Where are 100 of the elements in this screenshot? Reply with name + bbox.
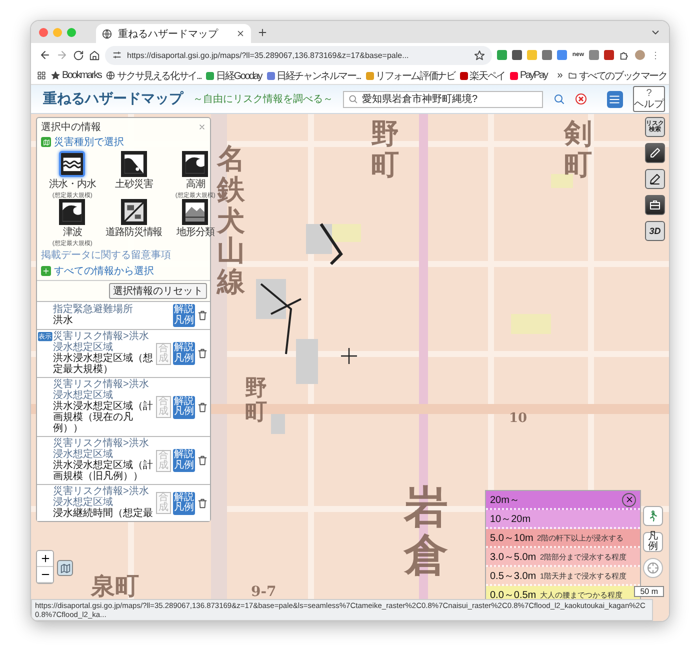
trash-icon[interactable] (197, 498, 208, 508)
map-label: 剣町 (564, 119, 592, 181)
legend-button[interactable]: 解説凡例 (173, 492, 195, 514)
puzzle-icon[interactable] (619, 50, 630, 60)
app-subtitle: ～自由にリスク情報を調べる～ (193, 92, 333, 106)
layer-path: 災害リスク情報>洪水浸水想定区域 (53, 332, 150, 352)
search-button[interactable] (552, 93, 565, 105)
briefcase-icon[interactable] (645, 195, 665, 215)
map-label: 岩倉 (404, 484, 448, 581)
hazard-icon (59, 151, 86, 177)
bookmark-link[interactable]: Bookmarks (51, 70, 102, 81)
map-label: 野町 (371, 119, 399, 181)
more-bookmarks-button[interactable]: » (557, 70, 563, 81)
bookmark-link[interactable]: 日経Gooday (206, 68, 262, 82)
hazard-type-link[interactable]: 災害種別で選択 (54, 135, 124, 149)
clear-button[interactable] (574, 93, 587, 105)
bookmark-link[interactable]: サクサ見える化サイ... (106, 68, 202, 82)
reset-button[interactable]: 選択情報のリセット (109, 283, 207, 299)
back-icon[interactable] (39, 49, 51, 61)
trash-icon[interactable] (197, 402, 208, 412)
search-icon (348, 94, 358, 104)
crosshair-icon (341, 348, 357, 364)
layer-name: 洪水浸水想定区域（計画規模（現在の凡例）） (53, 401, 154, 434)
zoom-in-button[interactable] (37, 551, 53, 567)
pen-icon[interactable] (645, 143, 665, 163)
home-icon[interactable] (89, 50, 100, 60)
reload-icon[interactable] (73, 50, 84, 60)
trash-icon[interactable] (197, 348, 208, 359)
help-button[interactable]: ? ヘルプ (633, 86, 665, 112)
hazard-icon (182, 151, 208, 177)
layer-name: 洪水浸水想定区域（計画規模（旧凡例）） (53, 460, 154, 482)
hazard-type-button[interactable]: 道路防災情報 (106, 199, 162, 246)
new-tab-icon[interactable] (257, 26, 268, 38)
layer-path: 災害リスク情報>洪水浸水想定区域 (53, 439, 150, 460)
close-button[interactable] (622, 492, 636, 506)
bookmark-link[interactable]: 日経チャンネルマー... (266, 68, 361, 82)
layer-path: 災害リスク情報>洪水浸水想定区域 (53, 380, 150, 400)
bookmark-favicon-icon (366, 72, 374, 80)
extension-icon[interactable] (557, 50, 568, 60)
bookmark-favicon-icon (266, 72, 275, 80)
bookmark-favicon-icon (206, 72, 214, 80)
close-icon (624, 495, 634, 504)
trash-icon[interactable] (197, 455, 208, 466)
legend-button[interactable]: 解説凡例 (173, 396, 195, 418)
select-all-link[interactable]: すべての情報から選択 (54, 264, 154, 278)
legend-row: 10～20m (486, 510, 640, 529)
apps-grid-icon[interactable] (37, 71, 46, 80)
legend-button[interactable]: 解説凡例 (173, 449, 195, 472)
hazard-icon (120, 199, 147, 225)
search-icon (552, 93, 565, 105)
layer-name: 洪水 (53, 315, 74, 326)
clear-icon (574, 93, 587, 105)
folder-icon (568, 71, 577, 80)
menu-button[interactable] (606, 90, 623, 108)
zoom-out-button[interactable] (37, 567, 53, 583)
address-bar[interactable]: https://disaportal.gsi.go.jp/maps/?ll=35.289067,136.873169&z=17&base=pale... (105, 46, 492, 64)
bookmark-favicon-icon (510, 72, 518, 80)
browser-tab[interactable]: 重ねるハザードマップ (96, 24, 251, 43)
map-label: 野町 (245, 376, 267, 424)
star-icon (51, 71, 60, 80)
legend-toggle-button[interactable]: 凡例 (643, 532, 663, 552)
layer-path: 指定緊急避難場所 (53, 304, 134, 315)
legend-row: 20m～ (486, 491, 640, 510)
site-settings-icon[interactable] (112, 50, 122, 60)
layer-path: 災害リスク情報>洪水浸水想定区域 (53, 487, 150, 508)
layer-name: 洪水浸水想定区域（想定最大規模） (53, 353, 154, 375)
globe-icon (102, 28, 112, 38)
app-title: 重ねるハザードマップ (43, 90, 183, 108)
base-map-button[interactable] (57, 560, 73, 576)
address-search-field[interactable]: 愛知県岩倉市神野町縄境? (343, 90, 543, 108)
extension-icon[interactable] (512, 50, 522, 60)
close-icon[interactable] (236, 29, 245, 38)
bookmark-folder[interactable]: すべてのブックマーク (568, 68, 667, 82)
pencil-icon[interactable] (645, 169, 665, 189)
map-label: 9-7 (251, 584, 276, 600)
layer-name: 浸水継続時間（想定最 (53, 508, 154, 519)
profile-avatar[interactable] (635, 50, 645, 60)
bookmark-link[interactable]: PayPay (510, 70, 548, 81)
evacuation-icon[interactable] (643, 506, 663, 526)
plus-icon (41, 266, 51, 276)
extension-icon[interactable] (542, 50, 552, 60)
map-label: 泉町 (91, 570, 139, 602)
map-icon (60, 562, 70, 574)
hazard-icon (59, 199, 86, 225)
hazard-icon (182, 199, 208, 225)
legend-button[interactable]: 解説凡例 (173, 342, 195, 365)
legend-button[interactable]: 解説凡例 (173, 304, 195, 327)
bookmark-link[interactable]: リフォーム評価ナビ (366, 68, 455, 82)
trash-icon[interactable] (197, 310, 208, 321)
extension-icon[interactable] (497, 50, 508, 60)
bookmark-link[interactable]: 楽天ペイ (460, 68, 505, 82)
scale-bar: 50 m (634, 586, 664, 597)
plus-icon (40, 553, 50, 564)
hazard-icon (120, 151, 147, 177)
bookmark-star-icon[interactable] (474, 50, 486, 60)
3d-button[interactable]: 3D (645, 221, 665, 241)
bookmark-favicon-icon (460, 72, 468, 80)
map-label: 名鉄犬山線 (217, 144, 245, 298)
menu-icon (608, 92, 622, 106)
hazard-type-button[interactable]: 土砂災害 (106, 151, 162, 198)
